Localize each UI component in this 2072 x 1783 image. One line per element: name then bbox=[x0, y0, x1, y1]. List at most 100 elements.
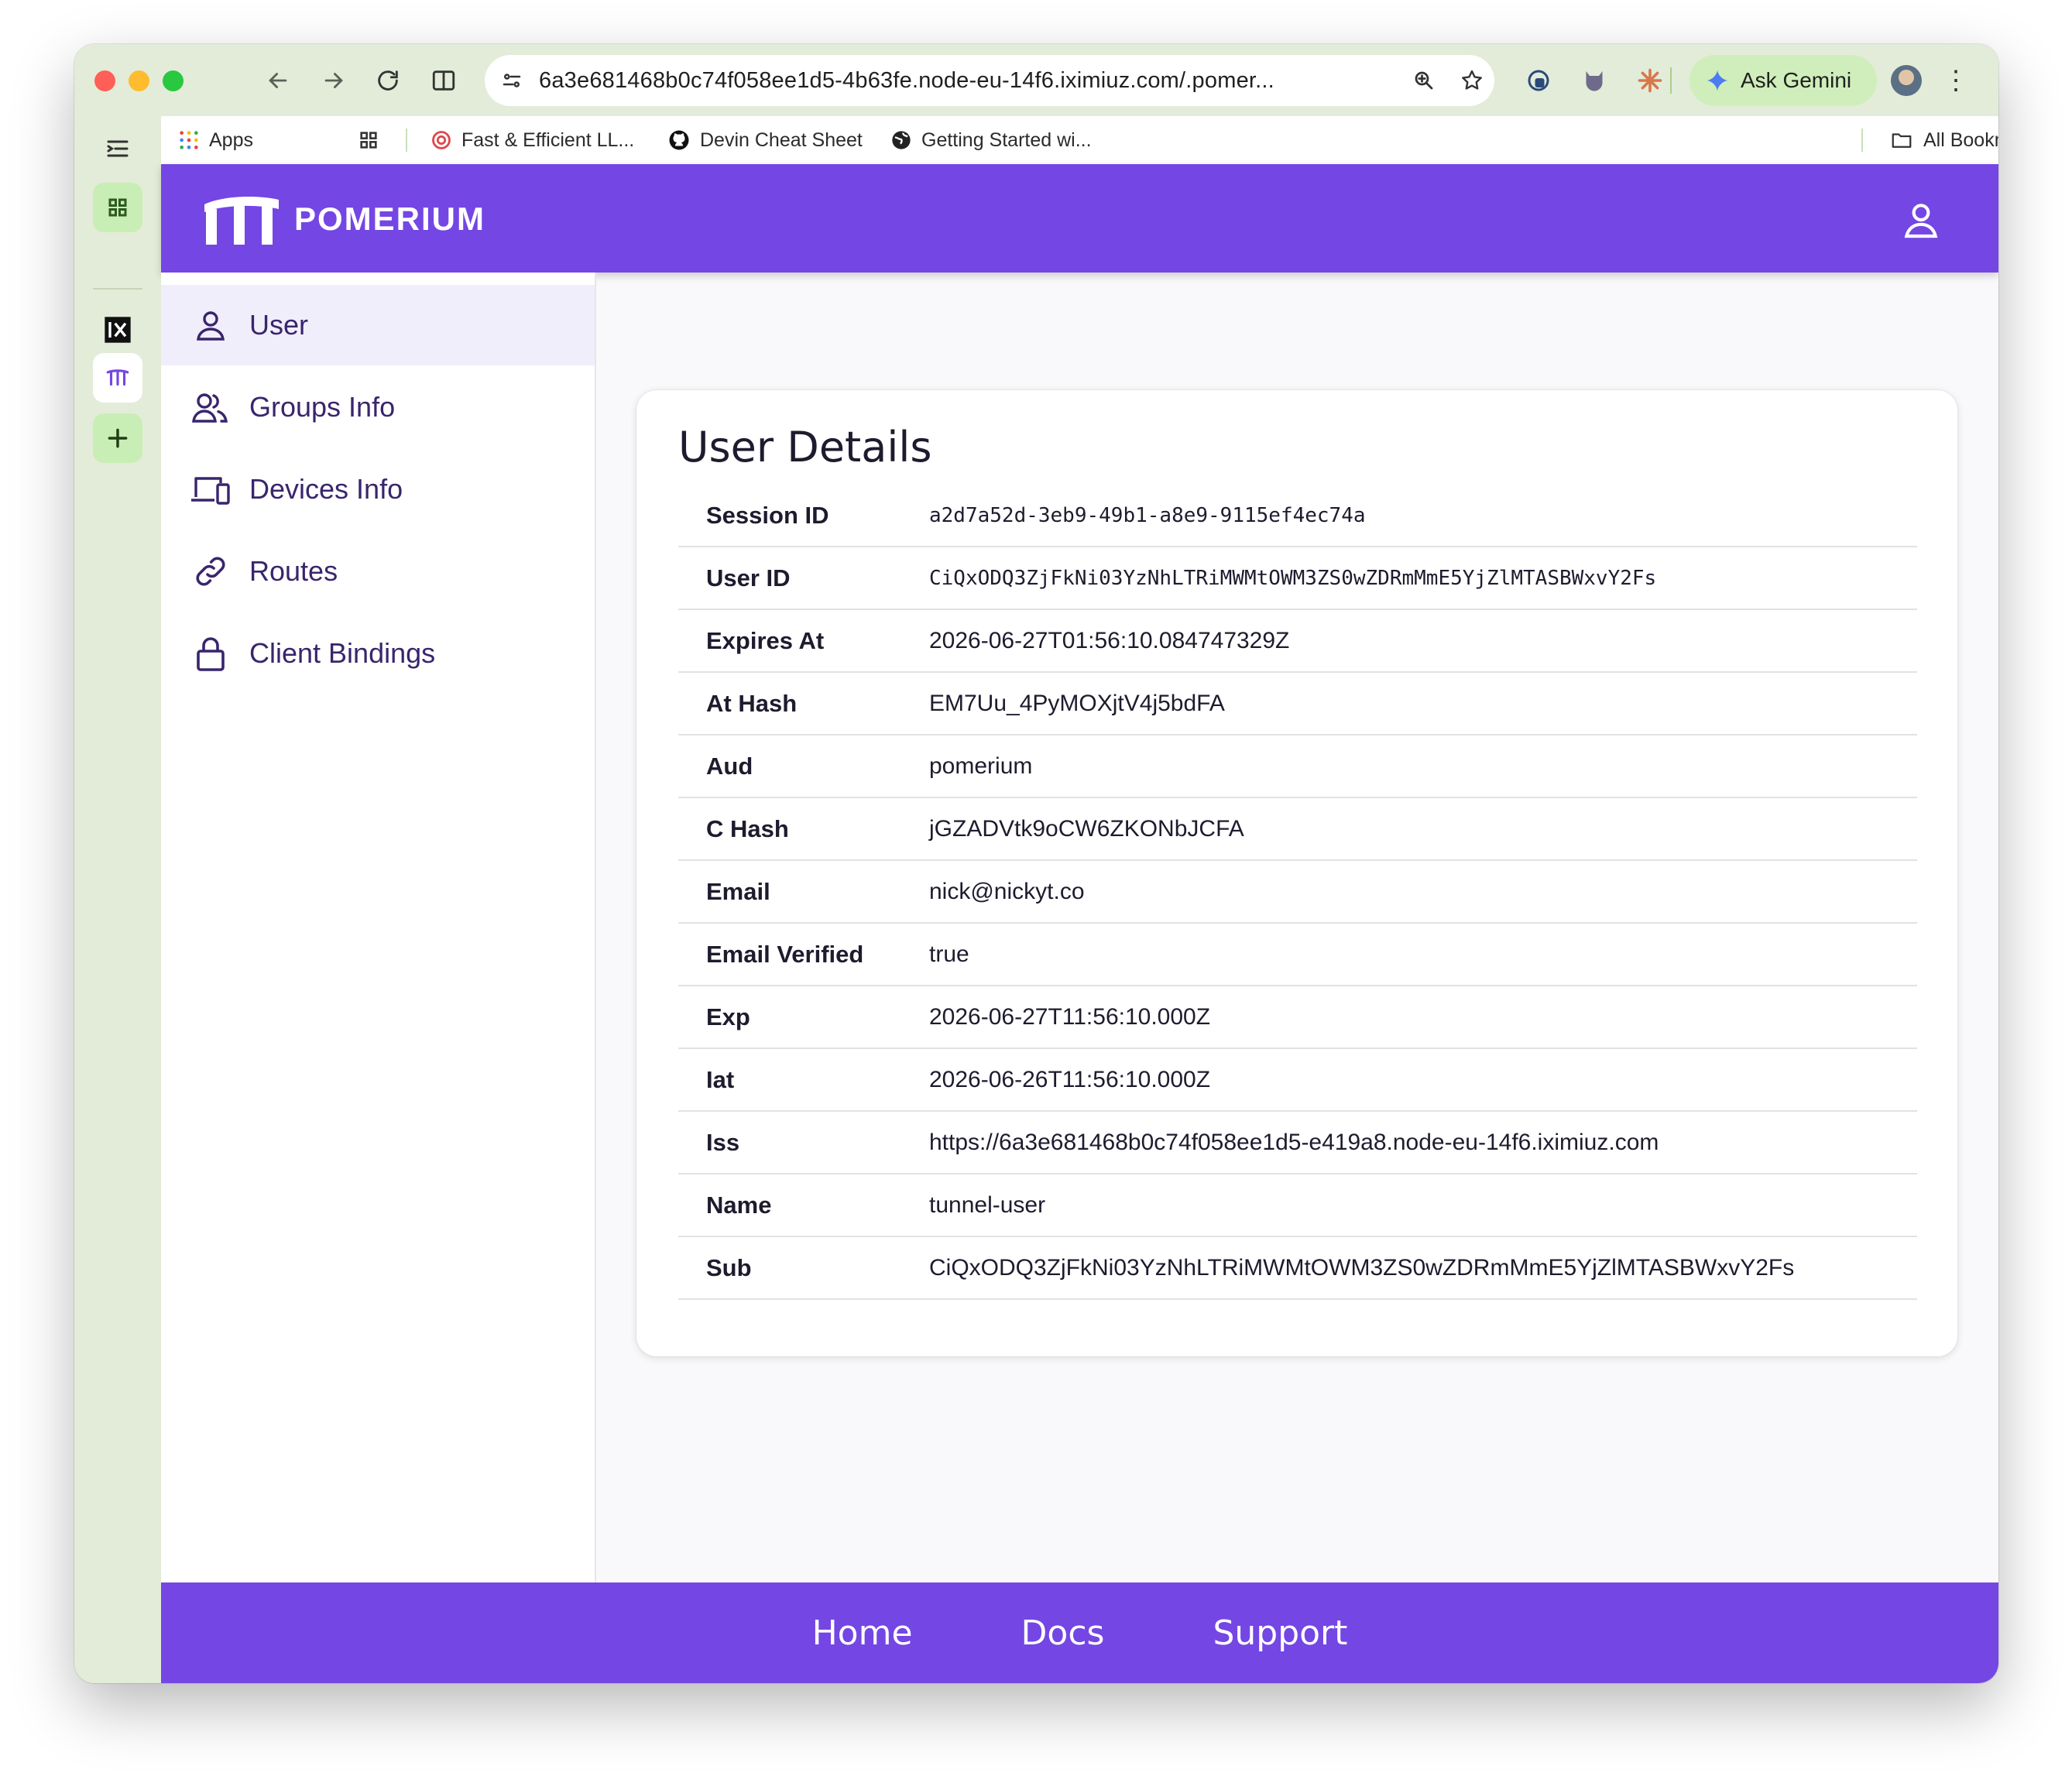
card-title: User Details bbox=[678, 423, 932, 471]
table-row: Aud pomerium bbox=[678, 735, 1917, 798]
claude-extension-icon[interactable] bbox=[1631, 61, 1669, 100]
table-row: Iat 2026-06-26T11:56:10.000Z bbox=[678, 1049, 1917, 1112]
cat-extension-icon[interactable] bbox=[1575, 61, 1614, 100]
detail-value: true bbox=[929, 941, 969, 967]
sidebar-item-user[interactable]: User bbox=[161, 285, 595, 365]
browser-menu-icon[interactable]: ⋮ bbox=[1940, 61, 1971, 100]
detail-value: tunnel-user bbox=[929, 1192, 1046, 1218]
arrow-right-icon bbox=[324, 73, 343, 88]
detail-key: Email bbox=[706, 877, 770, 905]
detail-value: jGZADVtk9oCW6ZKONbJCFA bbox=[929, 815, 1244, 842]
new-tab-plus-icon[interactable] bbox=[93, 413, 142, 463]
detail-key: Session ID bbox=[706, 501, 829, 529]
profile-avatar[interactable] bbox=[1891, 65, 1922, 96]
ask-gemini-label: Ask Gemini bbox=[1741, 68, 1852, 92]
table-row: Email Verified true bbox=[678, 924, 1917, 986]
detail-key: Exp bbox=[706, 1003, 750, 1030]
zoom-icon[interactable] bbox=[1406, 63, 1442, 98]
bookmarks-bar: Apps Fast & Efficient LL... Devin Cheat … bbox=[161, 116, 1998, 164]
user-icon bbox=[189, 303, 232, 347]
grid-icon bbox=[360, 132, 377, 149]
bookmark-label: Devin Cheat Sheet bbox=[700, 129, 863, 151]
detail-value: EM7Uu_4PyMOXjtV4j5bdFA bbox=[929, 690, 1225, 716]
footer-link-home[interactable]: Home bbox=[812, 1613, 913, 1653]
bookmark-grid-button[interactable] bbox=[358, 125, 379, 155]
sidebar-item-label: Client Bindings bbox=[249, 637, 436, 669]
browser-window: 6a3e681468b0c74f058ee1d5-4b63fe.node-eu-… bbox=[74, 44, 1998, 1683]
toolbar-divider bbox=[1670, 67, 1672, 94]
address-bar[interactable]: 6a3e681468b0c74f058ee1d5-4b63fe.node-eu-… bbox=[485, 55, 1494, 106]
bookmark-fast-efficient[interactable]: Fast & Efficient LL... bbox=[431, 125, 634, 155]
minimize-window-button[interactable] bbox=[129, 70, 149, 91]
link-icon bbox=[189, 550, 232, 593]
table-row: Name tunnel-user bbox=[678, 1174, 1917, 1237]
detail-value: CiQxODQ3ZjFkNi03YzNhLTRiMWMtOWM3ZS0wZDRm… bbox=[929, 1254, 1795, 1281]
footer-link-support[interactable]: Support bbox=[1213, 1613, 1347, 1653]
pomerium-tab-icon[interactable] bbox=[93, 353, 142, 403]
user-details-card: User Details Session ID a2d7a52d-3eb9-49… bbox=[636, 390, 1957, 1356]
footer-link-docs[interactable]: Docs bbox=[1021, 1613, 1105, 1653]
detail-key: Expires At bbox=[706, 626, 825, 654]
pomerium-logo[interactable]: POMERIUM bbox=[201, 186, 485, 252]
devices-icon bbox=[189, 468, 232, 511]
sidebar-item-label: Routes bbox=[249, 555, 338, 587]
sidebar-item-label: Groups Info bbox=[249, 391, 396, 423]
pomerium-app: POMERIUM User Groups Info Devices Info R… bbox=[161, 164, 1998, 1683]
back-button[interactable] bbox=[259, 61, 297, 100]
sidebar-nav: User Groups Info Devices Info Routes Cli… bbox=[161, 273, 596, 1582]
lock-icon bbox=[189, 632, 232, 675]
sidebar-toggle-icon[interactable] bbox=[93, 124, 142, 173]
forward-button[interactable] bbox=[314, 61, 353, 100]
groups-icon bbox=[189, 386, 232, 429]
bookmark-label: Fast & Efficient LL... bbox=[461, 129, 635, 151]
table-row: C Hash jGZADVtk9oCW6ZKONbJCFA bbox=[678, 798, 1917, 861]
browser-side-strip bbox=[74, 116, 161, 1683]
all-bookmarks-label: All Bookmarks bbox=[1923, 129, 1998, 151]
reload-icon bbox=[378, 70, 398, 91]
detail-key: Sub bbox=[706, 1253, 752, 1281]
detail-value: https://6a3e681468b0c74f058ee1d5-e419a8.… bbox=[929, 1129, 1659, 1155]
brand-name: POMERIUM bbox=[294, 201, 485, 237]
detail-key: Aud bbox=[706, 752, 753, 780]
close-window-button[interactable] bbox=[94, 70, 115, 91]
ask-gemini-button[interactable]: Ask Gemini bbox=[1690, 55, 1877, 106]
bookmark-divider bbox=[406, 129, 407, 152]
bookmark-apps[interactable]: Apps bbox=[178, 125, 253, 155]
detail-value: 2026-06-26T11:56:10.000Z bbox=[929, 1066, 1211, 1092]
gemini-sparkle-icon bbox=[1707, 70, 1728, 91]
bookmark-star-icon[interactable] bbox=[1454, 63, 1490, 98]
bookmark-devin-cheat-sheet[interactable]: Devin Cheat Sheet bbox=[667, 125, 863, 155]
split-view-button[interactable] bbox=[424, 61, 463, 100]
detail-value: CiQxODQ3ZjFkNi03YzNhLTRiMWMtOWM3ZS0wZDRm… bbox=[929, 566, 1657, 590]
detail-value: pomerium bbox=[929, 753, 1033, 779]
bookmark-getting-started[interactable]: Getting Started wi... bbox=[890, 125, 1092, 155]
sidebar-item-label: User bbox=[249, 309, 309, 341]
url-text[interactable]: 6a3e681468b0c74f058ee1d5-4b63fe.node-eu-… bbox=[539, 68, 1274, 94]
table-row: Session ID a2d7a52d-3eb9-49b1-a8e9-9115e… bbox=[678, 485, 1917, 547]
bookmark-divider bbox=[1861, 129, 1863, 152]
github-icon bbox=[669, 130, 689, 150]
sidebar-item-groups-info[interactable]: Groups Info bbox=[161, 367, 595, 447]
reload-button[interactable] bbox=[369, 61, 407, 100]
site-settings-icon[interactable] bbox=[494, 63, 530, 98]
app-footer: Home Docs Support bbox=[161, 1582, 1998, 1683]
sidebar-item-devices-info[interactable]: Devices Info bbox=[161, 449, 595, 530]
detail-key: Email Verified bbox=[706, 940, 864, 968]
password-manager-extension-icon[interactable] bbox=[1519, 61, 1558, 100]
pomerium-logo-icon bbox=[204, 197, 279, 245]
table-row: Sub CiQxODQ3ZjFkNi03YzNhLTRiMWMtOWM3ZS0w… bbox=[678, 1237, 1917, 1300]
detail-value: nick@nickyt.co bbox=[929, 878, 1085, 904]
bookmark-label: Apps bbox=[209, 129, 253, 151]
iximiuz-tab-icon[interactable] bbox=[93, 305, 142, 355]
apps-grid-icon[interactable] bbox=[93, 183, 142, 232]
all-bookmarks-button[interactable]: All Bookmarks bbox=[1889, 125, 1998, 155]
account-user-icon[interactable] bbox=[1899, 198, 1943, 242]
side-strip-divider bbox=[93, 288, 142, 290]
spiral-favicon-icon bbox=[432, 131, 451, 149]
sidebar-item-client-bindings[interactable]: Client Bindings bbox=[161, 613, 595, 694]
detail-value: 2026-06-27T11:56:10.000Z bbox=[929, 1003, 1211, 1030]
sidebar-item-routes[interactable]: Routes bbox=[161, 531, 595, 612]
user-details-table: Session ID a2d7a52d-3eb9-49b1-a8e9-9115e… bbox=[678, 485, 1917, 1300]
maximize-window-button[interactable] bbox=[163, 70, 184, 91]
apps-dots-icon bbox=[180, 131, 198, 149]
